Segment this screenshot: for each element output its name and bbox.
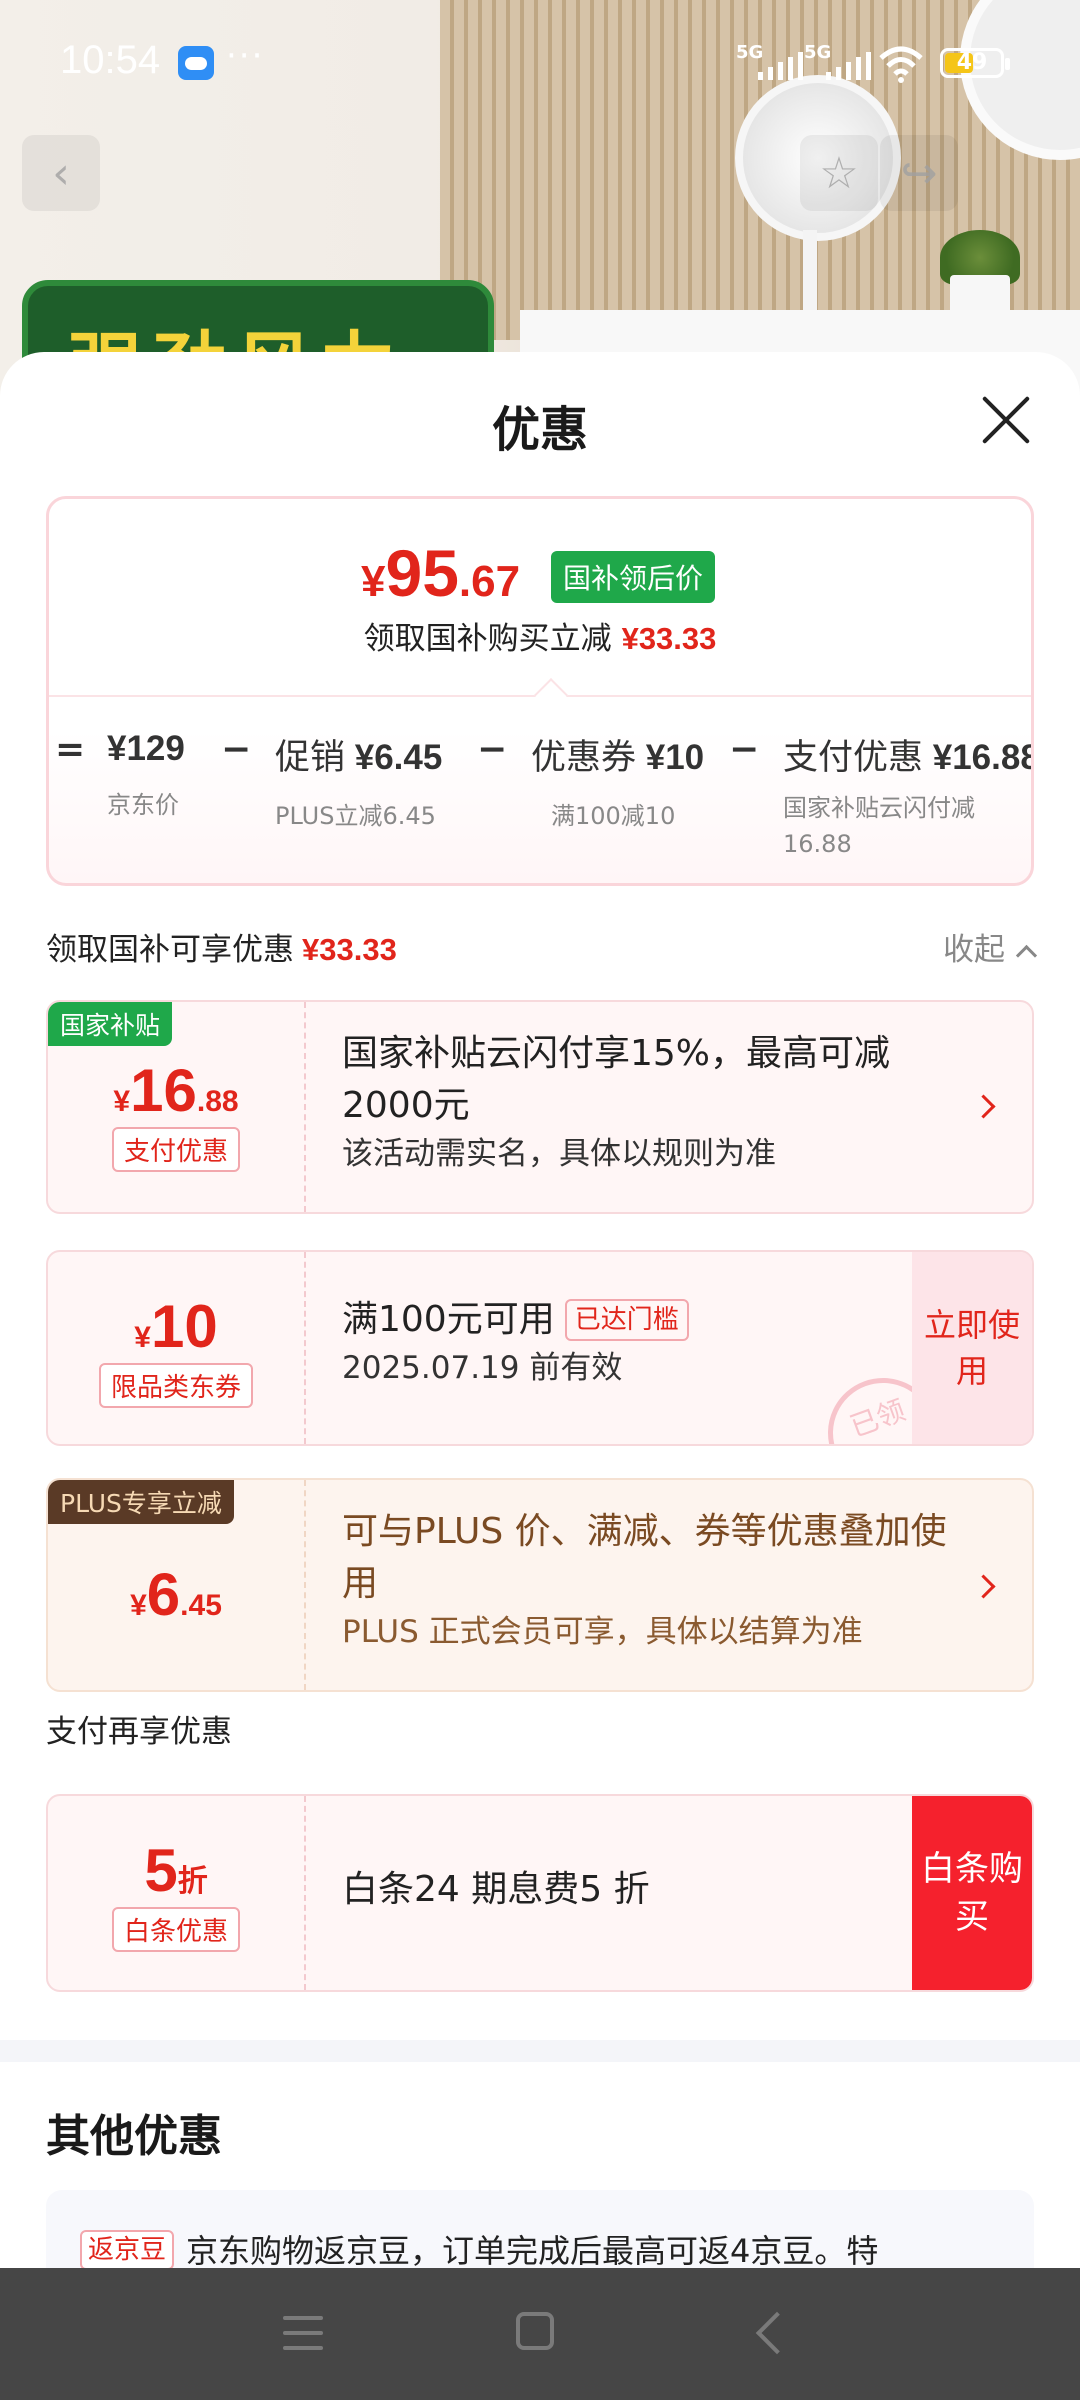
offer-card-baitiao[interactable]: 5折 白条优惠 白条24 期息费5 折 白条购买: [46, 1794, 1034, 1992]
cloud-icon: [178, 46, 214, 80]
status-time: 10:54: [60, 38, 161, 82]
chevron-up-icon: [1015, 944, 1038, 967]
more-notifications-icon: ···: [226, 36, 265, 76]
breakdown-coupon: 优惠券 ¥10 满100减10: [531, 738, 705, 830]
baitiao-discount: 5折: [144, 1837, 208, 1904]
breakdown-promotion: 促销 ¥6.45 PLUS立减6.45: [275, 738, 443, 830]
plus-tag: PLUS专享立减: [48, 1480, 234, 1524]
baitiao-buy-button[interactable]: 白条购买: [912, 1796, 1032, 1990]
price-tag-badge: 国补领后价: [551, 551, 716, 603]
menu-icon[interactable]: [283, 2316, 323, 2350]
offer-card-plus[interactable]: PLUS专享立减 ¥6.45 可与PLUS 价、满减、券等优惠叠加使用 PLUS…: [46, 1478, 1034, 1692]
coupon-amount: ¥10: [134, 1293, 218, 1360]
baitiao-pill: 白条优惠: [111, 1907, 240, 1952]
status-bar: 10:54 ··· 5G 5G 49: [0, 0, 1080, 120]
chevron-right-icon: [971, 1094, 996, 1119]
offers-sheet: 优惠 ¥95.67 国补领后价 领取国补购买立减 ¥33.33 = ¥129 京东…: [0, 352, 1080, 2272]
plus-amount: ¥6.45: [130, 1561, 222, 1628]
coupon-type-pill: 限品类东券: [98, 1363, 253, 1408]
payment-section-title: 支付再享优惠: [46, 1714, 232, 1750]
back-icon[interactable]: [755, 2311, 799, 2355]
wifi-icon: [879, 46, 923, 83]
collapse-button[interactable]: 收起: [943, 924, 1038, 969]
offer-card-coupon[interactable]: ¥10 限品类东券 满100元可用 已达门槛 2025.07.19 前有效 已领 …: [46, 1250, 1034, 1446]
signal-icon-1: [758, 52, 803, 80]
use-now-button[interactable]: 立即使用: [912, 1252, 1032, 1444]
battery-icon: 49: [940, 48, 1010, 78]
offer-type-pill: 支付优惠: [111, 1127, 240, 1172]
offer-card-gov-subsidy[interactable]: 国家补贴 ¥16.88 支付优惠 国家补贴云闪付享15%，最高可减2000元 该…: [46, 1000, 1034, 1214]
price-breakdown: = ¥129 京东价 − 促销 ¥6.45 PLUS立减6.45 − 优惠券 ¥…: [49, 729, 1034, 869]
price-summary: ¥95.67 国补领后价 领取国补购买立减 ¥33.33 = ¥129 京东价 −…: [46, 496, 1034, 886]
other-offers-title: 其他优惠: [46, 2111, 222, 2162]
breakdown-payment: 支付优惠 ¥16.88 国家补贴云闪付减16.88: [783, 738, 1034, 858]
share-button[interactable]: ↪: [880, 135, 958, 211]
save-line: 领取国补购买立减 ¥33.33: [363, 621, 717, 657]
coupon-title: 满100元可用: [342, 1299, 555, 1340]
baitiao-title: 白条24 期息费5 折: [342, 1869, 650, 1910]
gov-subsidy-section: 领取国补可享优惠 ¥33.33 收起: [46, 918, 1038, 969]
star-icon: ☆: [819, 147, 859, 199]
threshold-badge: 已达门槛: [564, 1299, 689, 1341]
coupon-expiry: 2025.07.19 前有效: [342, 1350, 623, 1386]
jingdou-tag: 返京豆: [80, 2230, 175, 2270]
back-button[interactable]: ‹: [22, 135, 100, 211]
other-offer-card[interactable]: 返京豆 京东购物返京豆，订单完成后最高可返4京豆。特: [46, 2190, 1034, 2272]
share-icon: ↪: [900, 147, 938, 199]
system-nav-bar: [0, 2268, 1080, 2400]
close-icon[interactable]: [976, 390, 1036, 450]
offer-amount: ¥16.88: [113, 1057, 239, 1124]
offer-subtitle: 该活动需实名，具体以规则为准: [342, 1136, 776, 1172]
plant-image: [940, 230, 1020, 320]
home-icon[interactable]: [516, 2312, 554, 2350]
jingdou-text: 京东购物返京豆，订单完成后最高可返4京豆。特: [186, 2232, 879, 2270]
breakdown-list-price: ¥129 京东价: [107, 729, 185, 819]
plus-title: 可与PLUS 价、满减、券等优惠叠加使用: [342, 1511, 947, 1604]
offer-title: 国家补贴云闪付享15%，最高可减2000元: [342, 1033, 891, 1126]
chevron-right-icon: [971, 1574, 996, 1599]
favorite-button[interactable]: ☆: [800, 135, 878, 211]
sheet-title: 优惠: [491, 402, 588, 458]
gov-subsidy-tag: 国家补贴: [48, 1002, 173, 1046]
back-arrow-icon: ‹: [52, 147, 70, 199]
final-price: ¥95.67: [361, 536, 521, 610]
plus-subtitle: PLUS 正式会员可享，具体以结算为准: [342, 1614, 863, 1650]
signal-icon-2: [826, 52, 871, 80]
